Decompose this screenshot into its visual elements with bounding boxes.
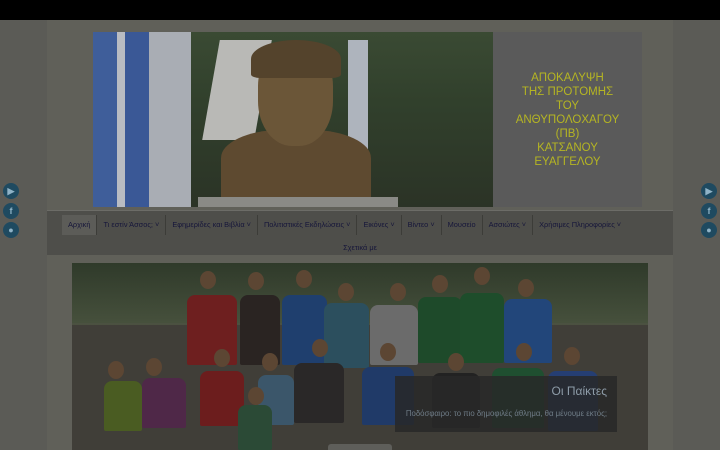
player-head [214,349,230,367]
player-figure [294,363,344,423]
caption-title: Οι Παίκτες [551,384,607,398]
player-head [474,267,490,285]
banner-title: ΑΠΟΚΑΛΥΨΗ ΤΗΣ ΠΡΟΤΟΜΗΣ ΤΟΥ ΑΝΘΥΠΟΛΟΧΑΓΟΥ… [515,71,620,168]
nav-item-about[interactable]: Σχετικά με [343,243,377,252]
youtube-icon[interactable]: ▶ [701,183,717,199]
player-head [146,358,162,376]
slide-caption: Οι Παίκτες Ποδόσφαιρο: το πιο δημοφιλές … [395,376,617,432]
nav-item-assos-people[interactable]: Ασσιώτες ˅ [483,215,534,235]
nav-item-newspapers-books[interactable]: Εφημερίδες και Βιβλία ˅ [166,215,258,235]
nav-item-cultural-events[interactable]: Πολιτιστικές Εκδηλώσεις ˅ [258,215,358,235]
player-head [448,353,464,371]
player-head [338,283,354,301]
player-head [248,272,264,290]
banner-photo [93,32,493,207]
nav-item-museum[interactable]: Μουσείο [442,215,483,235]
player-head [518,279,534,297]
main-navigation: Αρχική Τι εστίν Άσσος; ˅ Εφημερίδες και … [47,210,673,255]
greek-flag-stripe [117,32,125,207]
nav-row-secondary: Σχετικά με [47,237,673,255]
player-head [516,343,532,361]
player-head [200,271,216,289]
player-head [296,270,312,288]
nav-item-images[interactable]: Εικόνες ˅ [357,215,402,235]
facebook-icon[interactable]: f [701,203,717,219]
player-figure [104,381,142,431]
player-head [108,361,124,379]
bust-pedestal [198,197,398,207]
bust-cap [251,40,341,78]
user-icon[interactable]: ● [701,222,717,238]
greek-flag [93,32,117,207]
top-black-bar [0,0,720,20]
greek-flag-stripe [149,32,191,207]
nav-row-primary: Αρχική Τι εστίν Άσσος; ˅ Εφημερίδες και … [62,215,627,235]
header-banner[interactable]: ΑΠΟΚΑΛΥΨΗ ΤΗΣ ΠΡΟΤΟΜΗΣ ΤΟΥ ΑΝΘΥΠΟΛΟΧΑΓΟΥ… [93,32,642,207]
user-icon[interactable]: ● [3,222,19,238]
nav-item-videos[interactable]: Βίντεο ˅ [402,215,442,235]
facebook-icon[interactable]: f [3,203,19,219]
nav-item-about-assos[interactable]: Τι εστίν Άσσος; ˅ [97,215,167,235]
player-figure [238,405,272,450]
caption-text: Ποδόσφαιρο: το πιο δημοφιλές άθλημα, θα … [405,409,607,418]
greek-flag-stripe [125,32,149,207]
nav-item-home[interactable]: Αρχική [62,215,98,235]
player-figure [324,303,369,368]
player-head [564,347,580,365]
player-head [380,343,396,361]
player-head [312,339,328,357]
player-head [262,353,278,371]
player-head [432,275,448,293]
player-head [390,283,406,301]
slider-pager-tab[interactable] [328,444,392,450]
player-head [248,387,264,405]
player-figure [460,293,504,363]
player-figure [142,378,186,428]
nav-item-useful-info[interactable]: Χρήσιμες Πληροφορίες ˅ [533,215,627,235]
banner-text-panel: ΑΠΟΚΑΛΥΨΗ ΤΗΣ ΠΡΟΤΟΜΗΣ ΤΟΥ ΑΝΘΥΠΟΛΟΧΑΓΟΥ… [493,32,642,207]
youtube-icon[interactable]: ▶ [3,183,19,199]
